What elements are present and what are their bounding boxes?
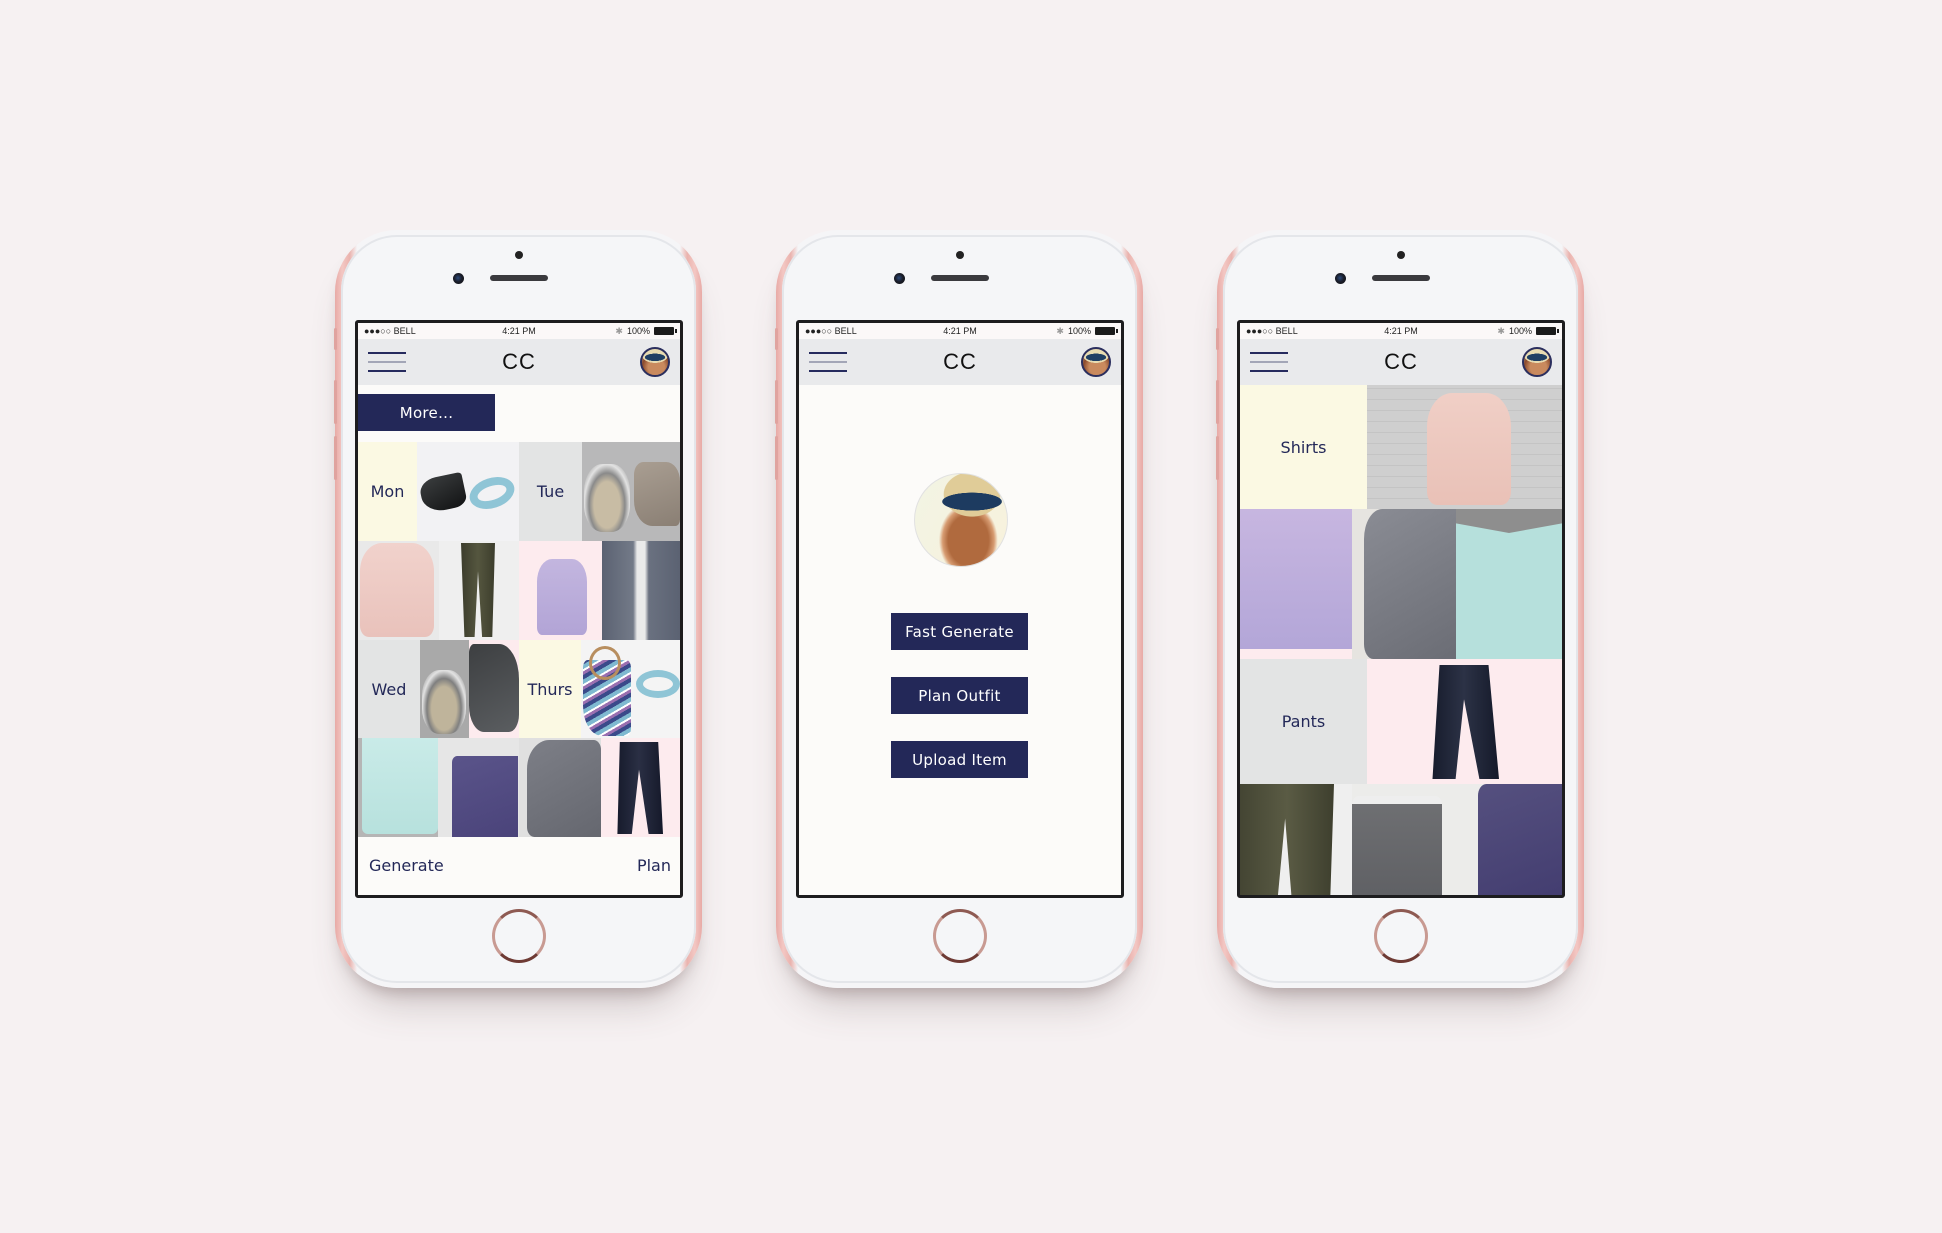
outfit-item-mint-top[interactable] [358,738,438,837]
volume-up-button [334,380,337,424]
outfit-item-olive-jeans[interactable] [439,541,519,640]
app-title: CC [502,349,536,374]
fast-generate-button[interactable]: Fast Generate [891,613,1028,650]
profile-avatar[interactable] [640,347,670,377]
outfit-item-bracelet-booties[interactable] [582,442,680,541]
carrier-signal: ●●●○○ BELL [364,326,416,336]
closet-item-gray-trousers[interactable] [1352,784,1456,895]
screen-closet: ●●●○○ BELL 4:21 PM ✱ 100% CC Shirts Pant… [1237,320,1565,898]
category-label-pants[interactable]: Pants [1240,659,1367,784]
upload-item-button[interactable]: Upload Item [891,741,1028,778]
more-button[interactable]: More... [358,394,495,431]
carrier-signal: ●●●○○ BELL [1246,326,1298,336]
hamburger-menu-icon[interactable] [809,352,847,372]
battery-percent: 100% [626,326,650,336]
outfit-week-grid: Mon Tue Wed Thurs [358,442,680,839]
status-right: ✱ 100% [1497,325,1559,337]
hamburger-menu-icon[interactable] [368,352,406,372]
battery-icon [654,327,677,335]
volume-down-button [1216,436,1219,480]
front-camera-icon [453,273,464,284]
profile-avatar[interactable] [1081,347,1111,377]
home-button[interactable] [491,909,546,963]
screen-home: ●●●○○ BELL 4:21 PM ✱ 100% CC Fast Genera… [796,320,1124,898]
plan-link[interactable]: Plan [637,856,671,875]
closet-item-black-jeans[interactable] [1367,659,1562,784]
volume-up-button [775,380,778,424]
outfit-item-black-heels[interactable] [417,442,519,541]
outfit-item-gray-sneakers[interactable] [469,640,519,738]
plan-outfit-button[interactable]: Plan Outfit [891,677,1028,714]
outfit-item-purple-trousers[interactable] [438,738,519,837]
app-header: CC [799,339,1121,385]
app-title: CC [1384,349,1418,374]
day-label-tue[interactable]: Tue [519,442,582,541]
sensor-dot [514,251,523,259]
mute-switch [1216,328,1219,350]
screen-planner: ●●●○○ BELL 4:21 PM ✱ 100% CC More... Mon… [355,320,683,898]
day-label-thurs[interactable]: Thurs [519,640,581,738]
volume-down-button [334,436,337,480]
front-camera-icon [1335,273,1346,284]
profile-photo[interactable] [914,473,1008,567]
phone-planner: ●●●○○ BELL 4:21 PM ✱ 100% CC More... Mon… [334,230,702,988]
outfit-item-lavender-top[interactable] [519,541,602,640]
phone-closet: ●●●○○ BELL 4:21 PM ✱ 100% CC Shirts Pant… [1216,230,1584,988]
closet-item-olive-jeans[interactable] [1240,784,1352,895]
volume-down-button [775,436,778,480]
category-label-shirts[interactable]: Shirts [1240,385,1367,509]
status-bar: ●●●○○ BELL 4:21 PM ✱ 100% [799,323,1121,339]
closet-item-lavender-top[interactable] [1240,509,1352,659]
status-bar: ●●●○○ BELL 4:21 PM ✱ 100% [358,323,680,339]
battery-icon [1536,327,1559,335]
outfit-item-gray-trousers[interactable] [602,541,680,640]
bluetooth-icon: ✱ [615,325,623,336]
sensor-dot [1396,251,1405,259]
outfit-item-bracelet[interactable] [420,640,469,738]
battery-percent: 100% [1067,326,1091,336]
generate-link[interactable]: Generate [369,856,444,875]
profile-avatar[interactable] [1522,347,1552,377]
closet-grid: Shirts Pants [1240,385,1562,895]
bluetooth-icon: ✱ [1497,325,1505,336]
earpiece-speaker [930,275,989,281]
sensor-dot [955,251,964,259]
status-right: ✱ 100% [615,325,677,337]
closet-item-gray-shirt[interactable] [1352,509,1456,659]
home-button[interactable] [932,909,987,963]
battery-icon [1095,327,1118,335]
hamburger-menu-icon[interactable] [1250,352,1288,372]
status-bar: ●●●○○ BELL 4:21 PM ✱ 100% [1240,323,1562,339]
home-button[interactable] [1373,909,1428,963]
mute-switch [775,328,778,350]
earpiece-speaker [1371,275,1430,281]
app-header: CC [358,339,680,385]
battery-percent: 100% [1508,326,1532,336]
closet-item-mint-top[interactable] [1456,509,1562,659]
outfit-item-black-jeans[interactable] [601,738,680,837]
outfit-item-gray-shirt[interactable] [519,738,601,837]
carrier-signal: ●●●○○ BELL [805,326,857,336]
outfit-item-striped-wedges[interactable] [581,640,632,738]
day-label-wed[interactable]: Wed [358,640,420,738]
outfit-item-blue-scarf[interactable] [632,640,680,738]
volume-up-button [1216,380,1219,424]
phone-home: ●●●○○ BELL 4:21 PM ✱ 100% CC Fast Genera… [775,230,1143,988]
mute-switch [334,328,337,350]
app-title: CC [943,349,977,374]
outfit-item-pink-top[interactable] [358,541,439,640]
front-camera-icon [894,273,905,284]
status-right: ✱ 100% [1056,325,1118,337]
app-header: CC [1240,339,1562,385]
bluetooth-icon: ✱ [1056,325,1064,336]
day-label-mon[interactable]: Mon [358,442,417,541]
closet-item-purple-trousers[interactable] [1456,784,1562,895]
closet-item-pink-top[interactable] [1367,385,1562,509]
earpiece-speaker [489,275,548,281]
